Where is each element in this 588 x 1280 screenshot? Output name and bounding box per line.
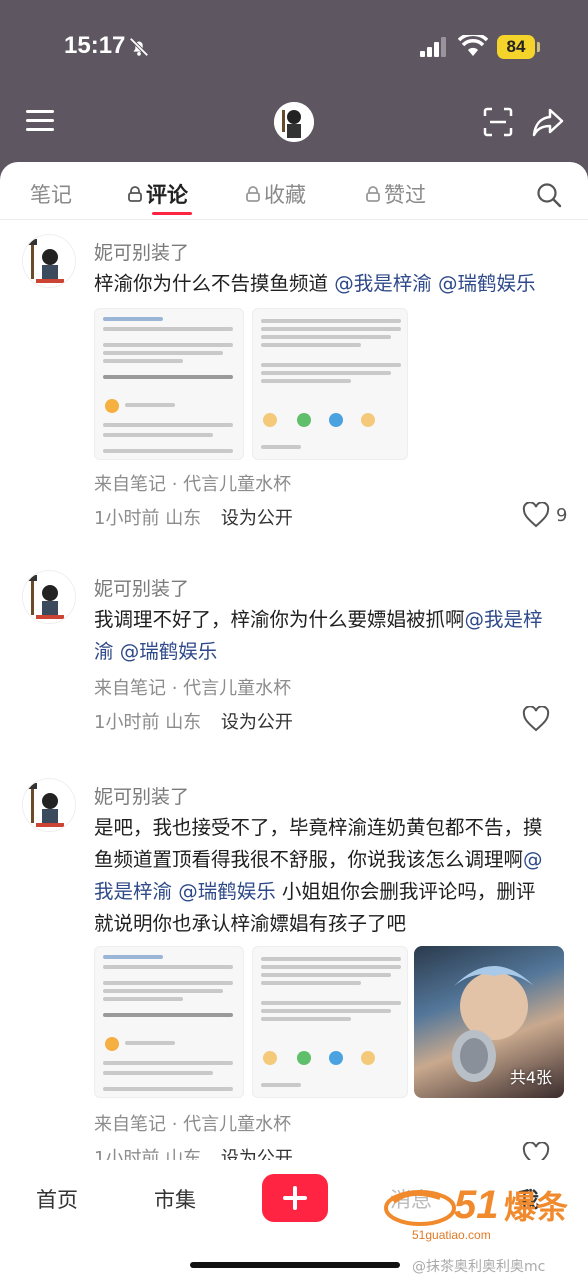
comment-username[interactable]: 妮可别装了 — [94, 238, 189, 265]
status-time: 15:17 — [64, 32, 126, 59]
avatar[interactable] — [22, 570, 76, 624]
profile-tabs: 笔记 评论 收藏 赞过 — [0, 162, 588, 220]
comment-item[interactable]: 妮可别装了 我调理不好了，梓渝你为什么要嫖娼被抓啊@我是梓 渝 @瑞鹤娱乐 来自… — [0, 568, 588, 748]
mention-link[interactable]: 我是梓渝 @瑞鹤娱乐 — [94, 880, 276, 903]
plus-icon — [283, 1186, 307, 1210]
lock-icon — [128, 186, 142, 202]
comment-body: 就说明你也承认梓渝嫖娼有孩子了吧 — [94, 912, 407, 935]
tab-label: 评论 — [146, 183, 188, 207]
watermark-credit: @抹茶奥利奥利奥mc — [412, 1259, 546, 1275]
like-count: 9 — [556, 504, 568, 526]
comment-body: 鱼频道置顶看得我很不舒服，你说我该怎么调理啊 — [94, 848, 524, 871]
mention-link[interactable]: @我是梓 — [465, 608, 543, 631]
tab-liked[interactable]: 赞过 — [366, 180, 426, 208]
lock-icon — [246, 186, 260, 202]
tab-favorites[interactable]: 收藏 — [246, 180, 306, 208]
comment-body: 我调理不好了，梓渝你为什么要嫖娼被抓啊 — [94, 608, 465, 631]
comment-image[interactable] — [252, 946, 408, 1098]
like-button[interactable]: 9 — [522, 502, 567, 528]
watermark-brand: 51 — [454, 1183, 499, 1227]
heart-icon — [522, 706, 550, 732]
comment-time: 1小时前 — [94, 712, 160, 733]
content-sheet: 笔记 评论 收藏 赞过 妮可别装了 梓渝你为什么不告摸鱼频道 @我是梓渝 @瑞鹤… — [0, 162, 588, 1280]
comment-time: 1小时前 — [94, 508, 160, 529]
comment-image[interactable] — [252, 308, 408, 460]
mention-link[interactable]: @瑞鹤娱乐 — [120, 640, 218, 663]
profile-header: 15:17 84 — [0, 0, 588, 170]
comment-text: 梓渝你为什么不告摸鱼频道 @我是梓渝 @瑞鹤娱乐 — [94, 268, 566, 300]
tab-comments[interactable]: 评论 — [128, 180, 188, 208]
avatar[interactable] — [22, 234, 76, 288]
mention-link[interactable]: @我是梓渝 — [334, 272, 432, 295]
home-indicator — [190, 1262, 400, 1268]
comment-item[interactable]: 妮可别装了 梓渝你为什么不告摸鱼频道 @我是梓渝 @瑞鹤娱乐 来自笔记 · 代言… — [0, 232, 588, 552]
comment-source[interactable]: 来自笔记 · 代言儿童水杯 — [94, 674, 291, 700]
comment-meta: 1小时前 山东 设为公开 — [94, 708, 293, 734]
wifi-icon — [458, 35, 488, 56]
tab-label: 赞过 — [384, 183, 426, 207]
avatar[interactable] — [22, 778, 76, 832]
search-icon[interactable] — [536, 182, 562, 208]
nav-market[interactable]: 市集 — [154, 1184, 196, 1214]
watermark-brand-cn: 爆条 — [504, 1188, 568, 1226]
mute-bell-icon — [129, 37, 149, 57]
battery-tip — [537, 42, 540, 52]
comment-location: 山东 — [165, 712, 202, 733]
menu-icon[interactable] — [26, 108, 56, 134]
add-post-button[interactable] — [262, 1174, 328, 1222]
comment-location: 山东 — [165, 508, 202, 529]
comment-username[interactable]: 妮可别装了 — [94, 782, 189, 809]
mention-link[interactable]: 渝 — [94, 640, 114, 663]
comment-photo[interactable]: 共4张 — [414, 946, 564, 1098]
set-public-button[interactable]: 设为公开 — [221, 508, 293, 529]
battery-level: 84 — [497, 35, 535, 59]
comment-source[interactable]: 来自笔记 · 代言儿童水杯 — [94, 1110, 291, 1136]
photo-count: 共4张 — [509, 1068, 552, 1087]
tab-notes[interactable]: 笔记 — [30, 180, 72, 208]
comment-image[interactable] — [94, 946, 244, 1098]
header-avatar[interactable] — [274, 102, 314, 142]
comment-item[interactable]: 妮可别装了 是吧，我也接受不了，毕竟梓渝连奶黄包都不告，摸 鱼频道置顶看得我很不… — [0, 776, 588, 1176]
mention-link[interactable]: @ — [523, 848, 543, 871]
comment-source[interactable]: 来自笔记 · 代言儿童水杯 — [94, 470, 291, 496]
like-button[interactable] — [522, 706, 550, 732]
heart-icon — [522, 502, 550, 528]
comment-text: 我调理不好了，梓渝你为什么要嫖娼被抓啊@我是梓 渝 @瑞鹤娱乐 — [94, 604, 566, 668]
mention-link[interactable]: @瑞鹤娱乐 — [438, 272, 536, 295]
comment-username[interactable]: 妮可别装了 — [94, 574, 189, 601]
signal-icon — [420, 37, 446, 57]
scan-icon[interactable] — [482, 106, 514, 138]
share-icon[interactable] — [531, 106, 565, 138]
comment-image[interactable] — [94, 308, 244, 460]
comment-body: 是吧，我也接受不了，毕竟梓渝连奶黄包都不告，摸 — [94, 816, 543, 839]
tab-label: 收藏 — [264, 183, 306, 207]
set-public-button[interactable]: 设为公开 — [221, 712, 293, 733]
nav-home[interactable]: 首页 — [36, 1184, 78, 1214]
lock-icon — [366, 186, 380, 202]
tab-label: 笔记 — [30, 183, 72, 207]
active-tab-indicator — [152, 212, 192, 215]
comment-text: 是吧，我也接受不了，毕竟梓渝连奶黄包都不告，摸 鱼频道置顶看得我很不舒服，你说我… — [94, 812, 566, 940]
comment-body: 梓渝你为什么不告摸鱼频道 — [94, 272, 329, 295]
comment-meta: 1小时前 山东 设为公开 — [94, 504, 293, 530]
comment-body: 小姐姐你会删我评论吗，删评 — [275, 880, 536, 903]
watermark-site: 51guatiao.com — [412, 1228, 491, 1242]
